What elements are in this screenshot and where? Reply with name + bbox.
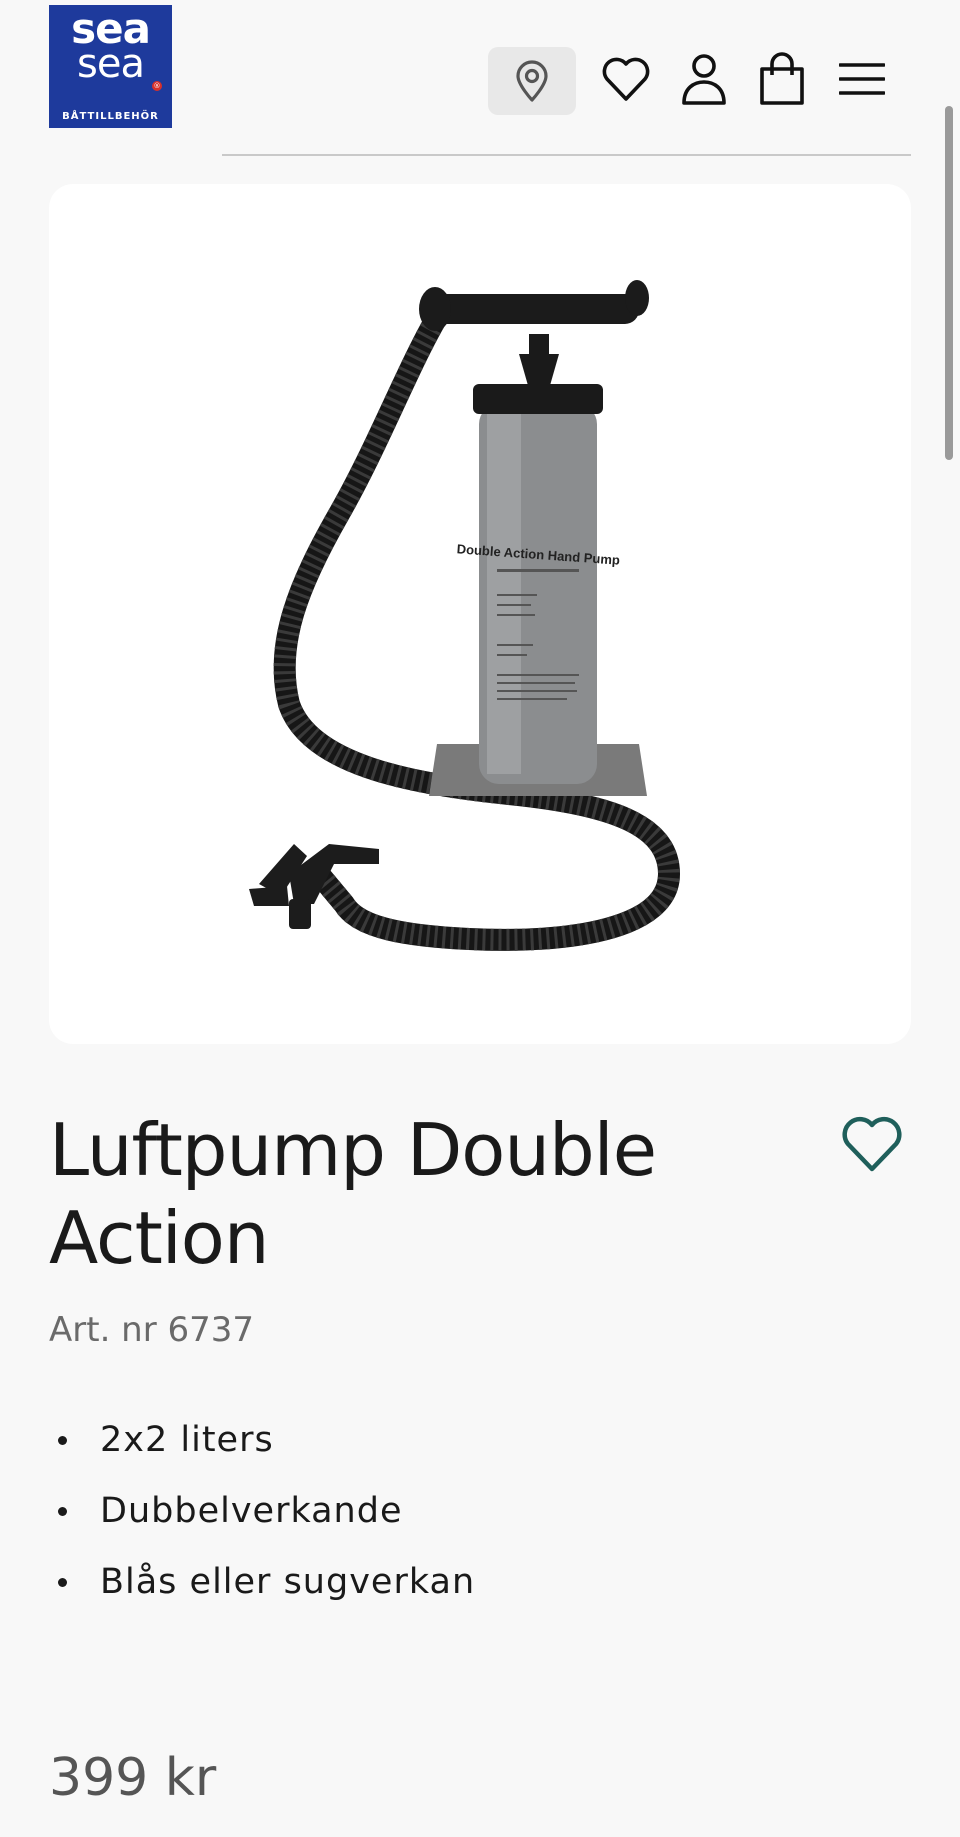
feature-item: 2x2 liters bbox=[49, 1420, 475, 1491]
heart-outline-icon bbox=[842, 1116, 902, 1172]
heart-icon bbox=[602, 57, 650, 101]
bullet bbox=[58, 1436, 67, 1445]
feature-list: 2x2 liters Dubbelverkande Blås eller sug… bbox=[49, 1420, 475, 1633]
feature-item: Blås eller sugverkan bbox=[49, 1562, 475, 1633]
bullet bbox=[58, 1507, 67, 1516]
menu-button[interactable] bbox=[830, 47, 894, 111]
article-number: Art. nr 6737 bbox=[49, 1310, 255, 1350]
bullet bbox=[58, 1578, 67, 1587]
logo-line-2: sea bbox=[77, 41, 145, 87]
product-title: Luftpump Double Action bbox=[49, 1108, 657, 1280]
brand-logo[interactable]: sea sea ® BÅTTILLBEHÖR bbox=[49, 5, 172, 128]
hand-pump-illustration: Double Action Hand Pump bbox=[249, 280, 681, 951]
feature-item: Dubbelverkande bbox=[49, 1491, 475, 1562]
feature-text: Blås eller sugverkan bbox=[100, 1562, 476, 1602]
product-page: sea sea ® BÅTTILLBEHÖR Double Action Han… bbox=[0, 0, 960, 1837]
store-locator-button[interactable] bbox=[488, 47, 576, 115]
wishlist-header-button[interactable] bbox=[594, 47, 658, 111]
logo-tagline: BÅTTILLBEHÖR bbox=[62, 111, 159, 122]
user-icon bbox=[682, 54, 726, 105]
account-button[interactable] bbox=[672, 47, 736, 111]
feature-text: Dubbelverkande bbox=[100, 1491, 403, 1531]
feature-text: 2x2 liters bbox=[100, 1420, 274, 1460]
header-divider bbox=[222, 154, 911, 156]
registered-mark: ® bbox=[152, 81, 162, 91]
hamburger-menu-icon bbox=[839, 63, 885, 95]
shopping-bag-icon bbox=[760, 52, 804, 105]
scrollbar-thumb[interactable] bbox=[945, 106, 953, 460]
location-pin-icon bbox=[516, 60, 548, 102]
cart-button[interactable] bbox=[750, 47, 814, 111]
product-image[interactable]: Double Action Hand Pump bbox=[49, 184, 911, 1044]
product-price: 399 kr bbox=[49, 1748, 217, 1808]
add-to-wishlist-button[interactable] bbox=[836, 1108, 908, 1180]
